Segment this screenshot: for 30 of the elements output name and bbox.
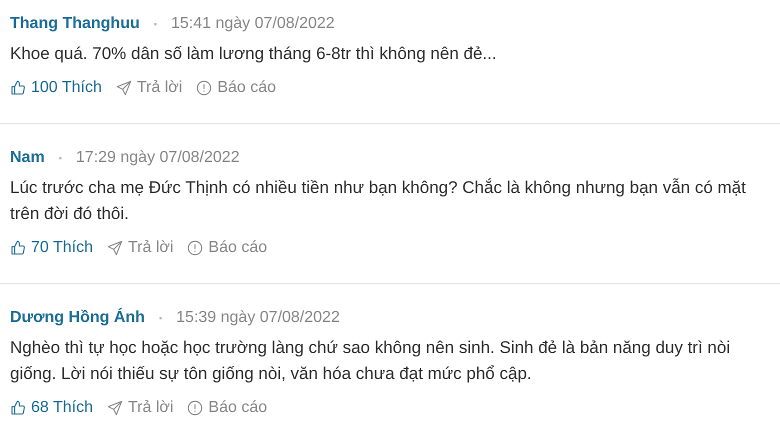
alert-icon — [187, 240, 204, 256]
alert-icon — [187, 400, 204, 416]
reply-link[interactable]: Trả lời — [106, 399, 174, 417]
like-link[interactable]: 100 Thích — [10, 79, 102, 97]
reply-link[interactable]: Trả lời — [106, 239, 174, 257]
comment-text: Khoe quá. 70% dân số làm lương tháng 6-8tr thì không nên đẻ... — [10, 43, 498, 65]
alert-icon — [196, 80, 212, 96]
author-name: Nam — [10, 149, 45, 167]
send-icon — [106, 400, 123, 416]
comment-text: Lúc trước cha mẹ Đức Thịnh có nhiều tiền như bạn không? Chắc là không nhưng bạn vẫn có mặt trên đời đó thôi. — [10, 177, 747, 225]
comment-text: Nghèo thì tự học hoặc học trường làng chứ sao không nên sinh. Sinh đẻ là bản năng duy trì nòi giống. Lời nói thiếu sự tôn giống nòi, văn hóa chưa đạt mức phổ cập. — [10, 337, 732, 385]
thumbs-up-icon — [10, 80, 26, 96]
comment-time: 15:41 ngày 07/08/2022 — [170, 15, 335, 33]
like-link[interactable]: 68 Thích — [10, 399, 93, 417]
separator: ▪ — [158, 313, 162, 323]
send-icon — [106, 240, 123, 256]
send-icon — [116, 80, 132, 96]
comment-time: 17:29 ngày 07/08/2022 — [76, 149, 240, 167]
author-name: Thang Thanghuu — [10, 15, 140, 33]
report-link[interactable]: Báo cáo — [196, 79, 276, 97]
separator: ▪ — [154, 19, 157, 29]
report-link[interactable]: Báo cáo — [187, 239, 268, 257]
like-link[interactable]: 70 Thích — [10, 239, 93, 257]
comment-time: 15:39 ngày 07/08/2022 — [176, 309, 340, 327]
separator: ▪ — [58, 153, 62, 163]
thumbs-up-icon — [10, 400, 26, 416]
thumbs-up-icon — [10, 240, 26, 256]
report-link[interactable]: Báo cáo — [187, 399, 268, 417]
reply-link[interactable]: Trả lời — [116, 79, 182, 97]
author-name: Dương Hồng Ánh — [10, 309, 145, 327]
